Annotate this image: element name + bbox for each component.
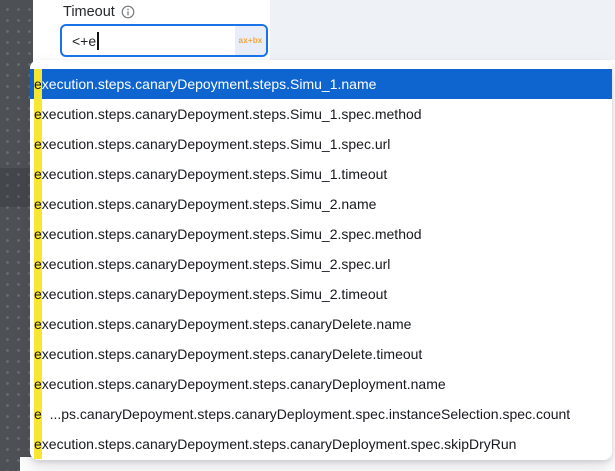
match-highlight: e (34, 219, 42, 249)
match-highlight: e (34, 129, 42, 159)
item-text: xecution.steps.canaryDepoyment.steps.Sim… (42, 189, 377, 219)
match-highlight: e (34, 309, 42, 339)
dropdown-item[interactable]: execution.steps.canaryDepoyment.steps.Si… (30, 129, 612, 159)
dropdown-item[interactable]: e ...ps.canaryDepoyment.steps.canaryDepl… (30, 399, 612, 429)
form-panel-background (270, 0, 615, 60)
match-highlight: e (34, 339, 42, 369)
match-highlight: e (34, 369, 42, 399)
dropdown-item[interactable]: execution.steps.canaryDepoyment.steps.Si… (30, 219, 612, 249)
item-text: xecution.steps.canaryDepoyment.steps.can… (42, 339, 423, 369)
item-text: xecution.steps.canaryDepoyment.steps.Sim… (42, 219, 422, 249)
text-cursor (97, 32, 99, 50)
item-text: ...ps.canaryDepoyment.steps.canaryDeploy… (42, 399, 570, 429)
dropdown-item[interactable]: execution.steps.canaryDepoyment.steps.ca… (30, 369, 612, 399)
match-highlight: e (34, 189, 42, 219)
timeout-expression-input[interactable]: <+e ax+bx (60, 24, 268, 57)
item-text: xecution.steps.canaryDepoyment.steps.Sim… (42, 249, 391, 279)
match-highlight: e (34, 279, 42, 309)
item-text: xecution.steps.canaryDepoyment.steps.Sim… (42, 129, 391, 159)
match-highlight: e (34, 399, 42, 429)
expression-autocomplete-dropdown: execution.steps.canaryDepoyment.steps.Si… (30, 60, 612, 460)
dropdown-item[interactable]: execution.steps.canaryDepoyment.steps.Si… (30, 159, 612, 189)
pipeline-canvas (0, 0, 33, 471)
expression-mode-badge[interactable]: ax+bx (235, 26, 266, 55)
match-highlight: e (34, 99, 42, 129)
item-text: xecution.steps.canaryDepoyment.steps.can… (42, 369, 446, 399)
dropdown-item[interactable]: execution.steps.canaryDepoyment.steps.ca… (30, 309, 612, 339)
canvas-light-area (20, 457, 34, 471)
timeout-field-label-row: Timeout (63, 4, 135, 20)
canvas-node-shadow (0, 168, 33, 207)
dropdown-item[interactable]: execution.steps.canaryDepoyment.steps.ca… (30, 429, 612, 459)
item-text: xecution.steps.canaryDepoyment.steps.can… (42, 309, 412, 339)
match-highlight: e (34, 69, 42, 99)
dropdown-item[interactable]: execution.steps.canaryDepoyment.steps.Si… (30, 69, 612, 99)
item-text: xecution.steps.canaryDepoyment.steps.Sim… (42, 159, 388, 189)
dropdown-item[interactable]: execution.steps.canaryDepoyment.steps.ca… (30, 339, 612, 369)
item-text: xecution.steps.canaryDepoyment.steps.can… (42, 429, 517, 459)
info-icon[interactable] (121, 5, 135, 19)
match-highlight: e (34, 429, 42, 459)
pipeline-step-form-screen: Timeout <+e ax+bx execution.steps.canary… (0, 0, 615, 471)
dropdown-item[interactable]: execution.steps.canaryDepoyment.steps.Si… (30, 99, 612, 129)
dropdown-item[interactable]: execution.steps.canaryDepoyment.steps.Si… (30, 279, 612, 309)
match-highlight: e (34, 249, 42, 279)
timeout-label: Timeout (63, 4, 115, 20)
item-text: xecution.steps.canaryDepoyment.steps.Sim… (42, 99, 422, 129)
match-highlight: e (34, 159, 42, 189)
dropdown-item[interactable]: execution.steps.canaryDepoyment.steps.Si… (30, 249, 612, 279)
dropdown-item[interactable]: execution.steps.canaryDepoyment.steps.Si… (30, 189, 612, 219)
item-text: xecution.steps.canaryDepoyment.steps.Sim… (42, 69, 377, 99)
timeout-input-value: <+e (62, 33, 96, 49)
item-text: xecution.steps.canaryDepoyment.steps.Sim… (42, 279, 388, 309)
